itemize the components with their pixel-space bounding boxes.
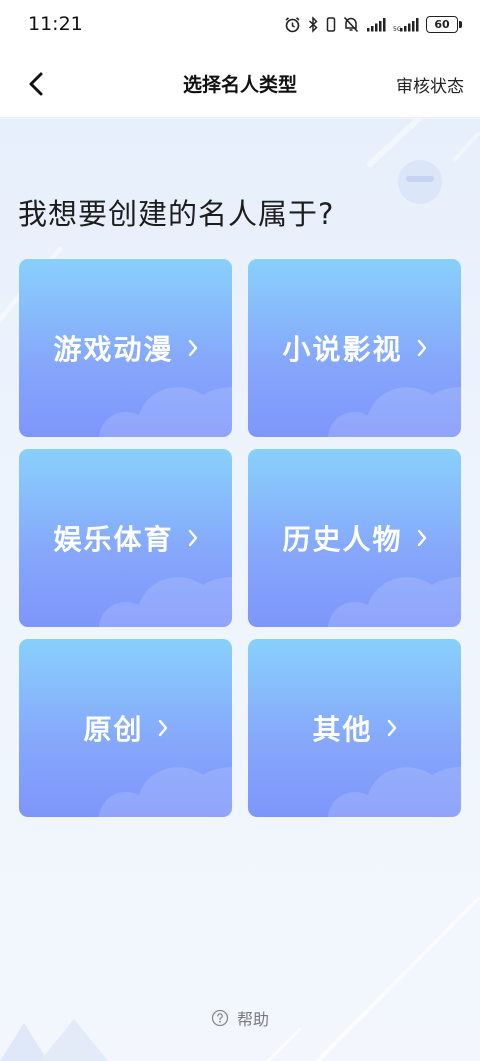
category-label: 小说影视 (282, 333, 403, 366)
chevron-right-icon (188, 339, 197, 357)
status-icons: 5G 60 (284, 15, 462, 33)
category-card-original[interactable]: 原创 (19, 639, 232, 817)
chevron-right-icon (417, 529, 426, 547)
chevron-right-icon (188, 529, 197, 547)
bluetooth-icon (308, 15, 318, 33)
nav-bar: 选择名人类型 审核状态 (0, 48, 480, 118)
battery-icon: 60 (426, 15, 462, 33)
review-status-button[interactable]: 审核状态 (396, 72, 464, 97)
category-label: 娱乐体育 (53, 523, 174, 556)
status-bar: 11:21 5G 60 (0, 0, 480, 48)
mute-icon (343, 16, 359, 32)
main-content: 我想要创建的名人属于? 游戏动漫 小说影视 娱乐体育 历史人物 原创 其他 帮助 (0, 119, 480, 1061)
alarm-icon (285, 16, 300, 32)
vibrate-icon (326, 16, 336, 32)
category-card-game-anime[interactable]: 游戏动漫 (19, 259, 232, 437)
category-label: 原创 (83, 713, 144, 746)
status-time: 11:21 (28, 13, 83, 35)
category-card-other[interactable]: 其他 (248, 639, 461, 817)
category-card-novel-film[interactable]: 小说影视 (248, 259, 461, 437)
question-heading: 我想要创建的名人属于? (18, 197, 335, 231)
signal-icon (367, 17, 386, 31)
signal-icon: 5G (393, 17, 419, 32)
category-grid: 游戏动漫 小说影视 娱乐体育 历史人物 原创 其他 (19, 259, 461, 817)
category-label: 其他 (312, 713, 373, 746)
category-card-historical-figure[interactable]: 历史人物 (248, 449, 461, 627)
category-label: 历史人物 (282, 523, 403, 556)
category-card-entertainment-sports[interactable]: 娱乐体育 (19, 449, 232, 627)
category-label: 游戏动漫 (53, 333, 174, 366)
help-label: 帮助 (236, 1010, 269, 1029)
help-link[interactable]: 帮助 (0, 1006, 480, 1030)
question-circle-icon (211, 1009, 229, 1027)
chevron-right-icon (387, 719, 396, 737)
chevron-right-icon (158, 719, 167, 737)
chevron-right-icon (417, 339, 426, 357)
